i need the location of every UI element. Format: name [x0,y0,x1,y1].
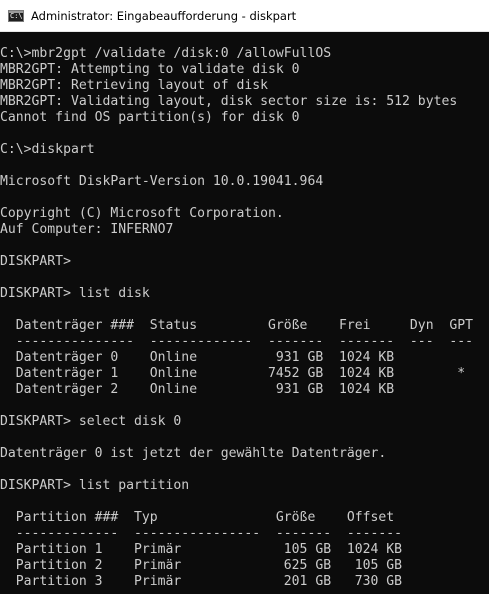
console-window: C:\ Administrator: Eingabeaufforderung -… [0,0,489,594]
cmd-icon-glyph: C:\ [10,11,23,20]
console-line: Datenträger 0 ist jetzt der gewählte Dat… [0,446,387,461]
console-line: Auf Computer: INFERNO7 [0,222,174,237]
console-line: Partition 3 Primär 201 GB 730 GB [0,574,403,589]
console-line: C:\>diskpart [0,142,95,157]
console-line: MBR2GPT: Attempting to validate disk 0 [0,62,300,77]
console-line: Copyright (C) Microsoft Corporation. [0,206,284,221]
console-line: DISKPART> list disk [0,286,150,301]
console-line: Cannot find OS partition(s) for disk 0 [0,110,300,125]
console-line: DISKPART> [0,254,71,269]
console-line: Partition ### Typ Größe Offset [0,510,395,525]
title-bar[interactable]: C:\ Administrator: Eingabeaufforderung -… [0,0,489,32]
console-line: DISKPART> list partition [0,478,190,493]
console-line: Microsoft DiskPart-Version 10.0.19041.96… [0,174,324,189]
console-line: Datenträger ### Status Größe Frei Dyn GP… [0,318,473,333]
console-line: Partition 1 Primär 105 GB 1024 KB [0,542,403,557]
console-line: MBR2GPT: Retrieving layout of disk [0,78,269,93]
console-line: MBR2GPT: Validating layout, disk sector … [0,94,458,109]
window-title: Administrator: Eingabeaufforderung - dis… [31,8,297,23]
console-line: C:\>mbr2gpt /validate /disk:0 /allowFull… [0,46,332,61]
console-line: --------------- ------------- ------- --… [0,334,473,349]
console-line: Partition 2 Primär 625 GB 105 GB [0,558,403,573]
console-line: ------------- ---------------- ------- -… [0,526,403,541]
console-line: Datenträger 2 Online 931 GB 1024 KB [0,382,395,397]
console-line: DISKPART> select disk 0 [0,414,182,429]
console-line: Datenträger 0 Online 931 GB 1024 KB [0,350,395,365]
cmd-icon: C:\ [8,9,24,22]
console-line: Datenträger 1 Online 7452 GB 1024 KB * [0,366,466,381]
console-output[interactable]: C:\>mbr2gpt /validate /disk:0 /allowFull… [0,46,489,590]
